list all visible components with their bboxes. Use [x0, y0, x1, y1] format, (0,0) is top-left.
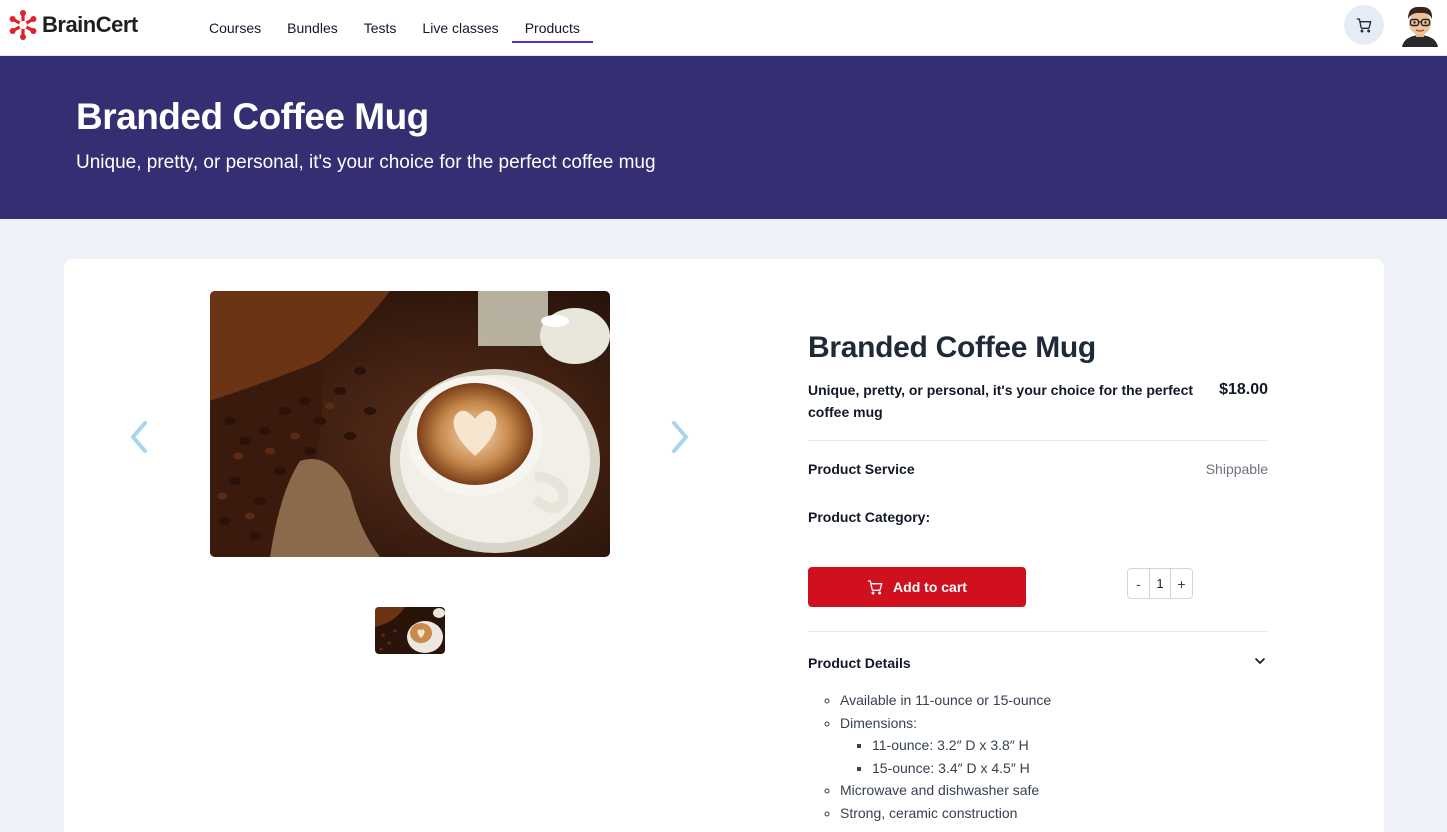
list-item: Dimensions: 11-ounce: 3.2″ D x 3.8″ H 15… [840, 712, 1051, 780]
list-item: Strong, ceramic construction [840, 802, 1051, 825]
product-price: $18.00 [1219, 381, 1268, 398]
main-nav: Courses Bundles Tests Live classes Produ… [196, 0, 594, 56]
product-service-label: Product Service [808, 461, 915, 477]
hero-subtitle: Unique, pretty, or personal, it's your c… [76, 152, 656, 173]
list-item: Available in 11-ounce or 15-ounce [840, 689, 1051, 712]
product-card: Branded Coffee Mug Unique, pretty, or pe… [64, 259, 1384, 832]
chevron-down-icon[interactable] [1253, 654, 1267, 668]
logo-text: BrainCert [42, 12, 138, 37]
braincert-logo[interactable]: BrainCert [8, 10, 138, 40]
product-category-label: Product Category: [808, 509, 931, 525]
product-service-value: Shippable [1205, 461, 1268, 477]
chevron-right-icon[interactable] [667, 419, 693, 455]
logo-snowflake-icon [9, 10, 37, 40]
list-item: Microwave and dishwasher safe [840, 779, 1051, 802]
list-item: 11-ounce: 3.2″ D x 3.8″ H [872, 734, 1051, 757]
nav-products[interactable]: Products [511, 0, 594, 56]
cart-button[interactable] [1344, 5, 1384, 45]
quantity-stepper: - 1 + [1127, 568, 1193, 599]
hero-banner: Branded Coffee Mug Unique, pretty, or pe… [0, 56, 1447, 219]
product-details-list: Available in 11-ounce or 15-ounce Dimens… [840, 689, 1051, 824]
top-navbar: BrainCert Courses Bundles Tests Live cla… [0, 0, 1447, 56]
nav-tests[interactable]: Tests [351, 0, 410, 56]
list-item-label: Dimensions: [840, 714, 918, 731]
divider [808, 440, 1268, 441]
add-to-cart-label: Add to cart [893, 579, 967, 595]
quantity-increase-button[interactable]: + [1171, 569, 1192, 598]
shopping-cart-icon [867, 580, 883, 595]
hero-title: Branded Coffee Mug [76, 96, 429, 137]
chevron-left-icon[interactable] [126, 419, 152, 455]
product-main-image [210, 291, 610, 557]
product-thumbnail[interactable] [375, 607, 445, 654]
nav-bundles[interactable]: Bundles [274, 0, 351, 56]
product-description: Unique, pretty, or personal, it's your c… [808, 382, 1194, 420]
quantity-decrease-button[interactable]: - [1128, 569, 1149, 598]
product-title: Branded Coffee Mug [808, 331, 1096, 364]
product-details-heading[interactable]: Product Details [808, 655, 911, 671]
shopping-cart-icon [1356, 18, 1372, 33]
nav-live-classes[interactable]: Live classes [409, 0, 511, 56]
user-avatar[interactable] [1400, 3, 1440, 47]
nav-courses[interactable]: Courses [196, 0, 274, 56]
quantity-value[interactable]: 1 [1149, 569, 1171, 598]
add-to-cart-button[interactable]: Add to cart [808, 567, 1026, 607]
list-item: 15-ounce: 3.4″ D x 4.5″ H [872, 757, 1051, 780]
divider [808, 631, 1268, 632]
